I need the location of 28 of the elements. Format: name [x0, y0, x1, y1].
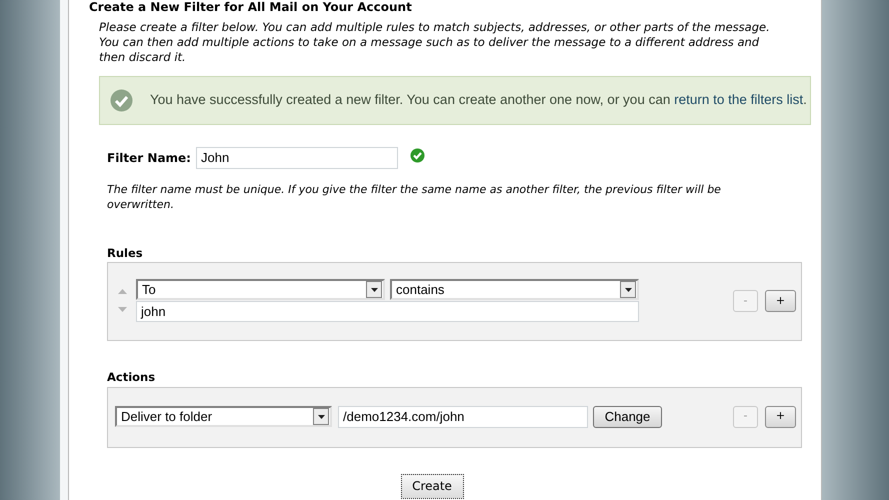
folder-field[interactable]: /demo1234.com/john: [338, 406, 588, 428]
select-value: contains: [395, 281, 446, 299]
select-value: To: [141, 281, 157, 299]
field-dropdown[interactable]: To: [136, 279, 385, 300]
check-icon: [110, 89, 133, 112]
filters-list-link[interactable]: return to the filters list: [674, 92, 804, 108]
change-button[interactable]: Change: [593, 406, 662, 428]
add-button[interactable]: +: [765, 290, 796, 312]
caret-icon: [318, 414, 324, 418]
caret-icon: [624, 288, 632, 292]
intro-text: Please create a filter below. You can add multiple rules to match subjects, addresses, or other parts of the message. You can then add multiple actions to take on a message such as to deliver the message to a different address and then discard it.: [99, 20, 771, 65]
dropdown-button[interactable]: [313, 408, 329, 425]
operator-dropdown[interactable]: contains: [390, 279, 639, 300]
dropdown-button[interactable]: [366, 281, 382, 298]
create-button[interactable]: Create: [400, 474, 464, 498]
caret-icon: [370, 288, 378, 292]
action-dropdown[interactable]: Deliver to folder: [115, 406, 332, 427]
select-value: Deliver to folder: [120, 408, 214, 426]
dropdown-button[interactable]: [620, 281, 636, 298]
filter-name-field[interactable]: John: [196, 147, 398, 169]
section-label: Actions: [107, 369, 156, 386]
field-label: Filter Name:: [107, 150, 191, 167]
help-text: The filter name must be unique. If you give the filter the same name as another filter, the previous filter will be overwritten.: [107, 182, 722, 212]
rule-value-field[interactable]: john: [136, 301, 639, 322]
section-label: Rules: [107, 245, 144, 262]
page-title: Create a New Filter for All Mail on Your Account: [89, 0, 412, 14]
notice-text: You have successfully created a new filter. You can create another one now, or you can return to the filters list.: [150, 91, 807, 110]
add-button[interactable]: +: [765, 406, 796, 428]
